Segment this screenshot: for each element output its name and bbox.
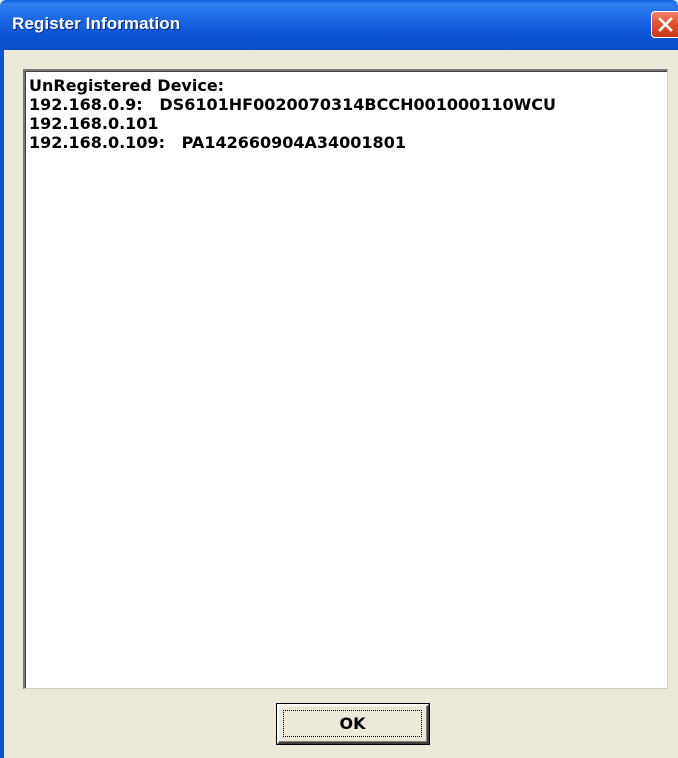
focus-rectangle: OK [283, 710, 422, 737]
close-icon [657, 17, 673, 32]
ok-button-label: OK [339, 714, 366, 733]
close-button[interactable] [651, 11, 678, 38]
device-line: 192.168.0.101 [29, 114, 159, 133]
device-line: 192.168.0.109: PA142660904A34001801 [29, 133, 406, 152]
register-information-dialog: Register Information UnRegistered Device… [0, 0, 678, 758]
unregistered-device-heading: UnRegistered Device: [29, 76, 225, 95]
window-title: Register Information [12, 14, 181, 33]
title-bar[interactable]: Register Information [0, 0, 678, 50]
device-info-textbox[interactable]: UnRegistered Device: 192.168.0.9: DS6101… [23, 69, 668, 689]
device-line: 192.168.0.9: DS6101HF0020070314BCCH00100… [29, 95, 557, 114]
ok-button[interactable]: OK [276, 703, 430, 745]
